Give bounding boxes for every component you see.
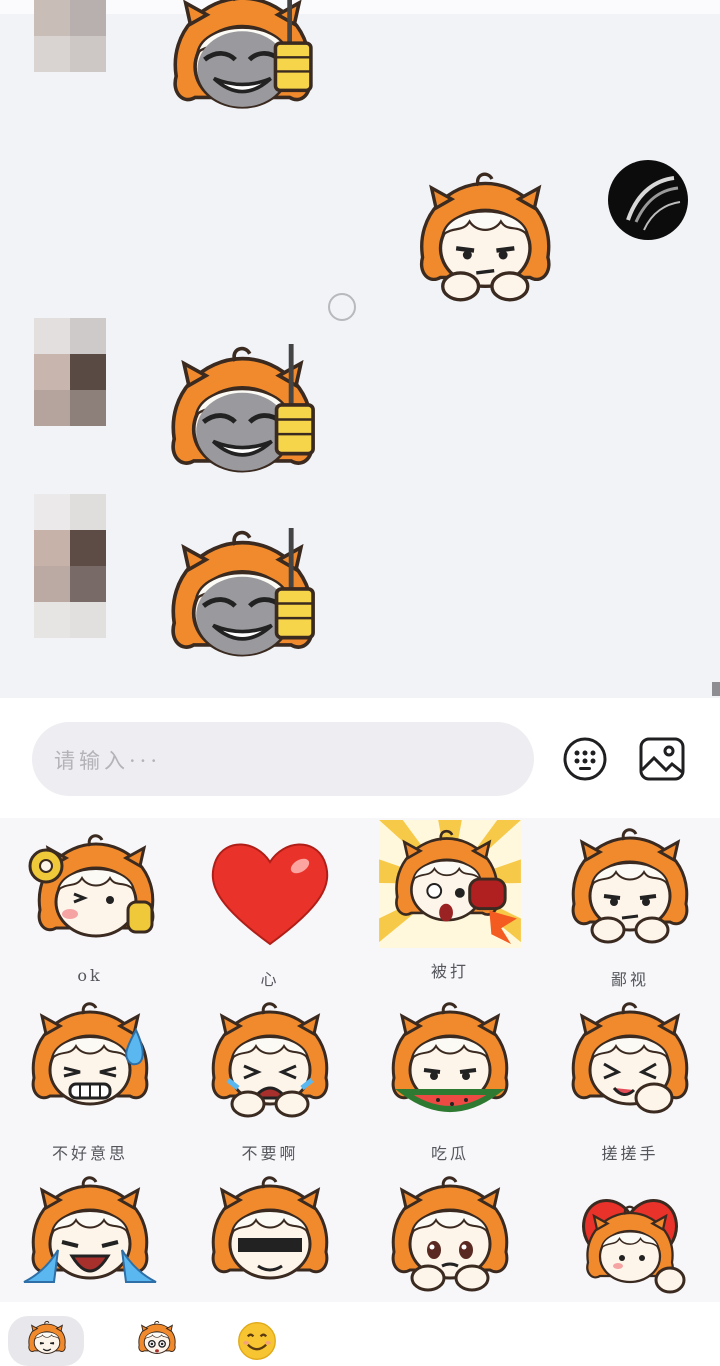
sticker-label: ok — [77, 966, 103, 985]
smiley-emoji-icon — [238, 1322, 276, 1360]
crying-sticker-icon — [23, 1176, 157, 1283]
loading-indicator — [328, 293, 356, 321]
sticker-cool[interactable] — [180, 1174, 360, 1302]
sticker-message[interactable] — [150, 0, 330, 114]
sticker-message[interactable] — [402, 170, 564, 302]
sticker-label: 吃瓜 — [430, 1144, 469, 1163]
avatar[interactable] — [34, 318, 106, 426]
sticker-love[interactable] — [540, 1174, 720, 1302]
tab-sticker-pack-1[interactable] — [8, 1316, 84, 1366]
heart-icon — [211, 843, 329, 946]
sticker-no[interactable]: 不要啊 — [180, 1000, 360, 1176]
sticker-message[interactable] — [150, 344, 330, 478]
sticker-rub-hands[interactable]: 搓搓手 — [540, 1000, 720, 1176]
melon-sticker-icon — [391, 1002, 509, 1112]
input-bar: 请输入··· — [0, 698, 720, 818]
sorry-sticker-icon — [31, 1002, 149, 1106]
sticker-label: 搓搓手 — [601, 1144, 659, 1163]
ok-sticker-icon — [28, 834, 155, 938]
sticker-heart[interactable]: 心 — [180, 826, 360, 1002]
avatar[interactable] — [34, 494, 106, 638]
keypad-icon[interactable] — [562, 736, 608, 782]
avatar[interactable] — [34, 0, 106, 72]
contempt-sticker-icon — [571, 828, 689, 944]
sticker-sorry[interactable]: 不好意思 — [0, 1000, 180, 1176]
sticker-label: 不好意思 — [51, 1144, 128, 1163]
sticker-label: 鄙视 — [610, 970, 649, 989]
teary-sticker-icon — [391, 1176, 509, 1292]
sticker-panel: ok 心 被打 鄙视 不好意思 不要啊 吃瓜 搓搓手 — [0, 818, 720, 1302]
rub-hands-sticker-icon — [571, 1002, 689, 1114]
tab-emoji[interactable] — [222, 1316, 298, 1366]
chat-area[interactable] — [0, 0, 720, 698]
sticker-beaten[interactable]: 被打 — [360, 818, 540, 994]
beaten-sticker-icon — [379, 820, 521, 948]
top-edge — [0, 0, 720, 14]
no-sticker-icon — [211, 1002, 329, 1118]
avatar[interactable] — [608, 160, 688, 240]
sticker-contempt[interactable]: 鄙视 — [540, 826, 720, 1002]
sticker-message[interactable] — [150, 528, 330, 662]
sticker-label: 被打 — [430, 962, 469, 981]
sticker-crying[interactable] — [0, 1174, 180, 1302]
sticker-label: 心 — [260, 970, 280, 989]
sticker-pack-icon — [28, 1320, 66, 1354]
sticker-tab-bar — [0, 1302, 720, 1366]
tab-sticker-pack-2[interactable] — [118, 1316, 194, 1366]
sticker-label: 不要啊 — [241, 1144, 299, 1163]
image-icon[interactable] — [638, 736, 686, 782]
cool-sticker-icon — [211, 1176, 329, 1280]
sticker-teary[interactable] — [360, 1174, 540, 1302]
sticker-pack-2-icon — [138, 1320, 176, 1354]
love-sticker-icon — [581, 1199, 686, 1294]
input-placeholder: 请输入··· — [54, 749, 162, 773]
message-input[interactable]: 请输入··· — [32, 722, 534, 796]
sticker-ok[interactable]: ok — [0, 826, 180, 1002]
scrollbar[interactable] — [712, 682, 720, 696]
sticker-melon[interactable]: 吃瓜 — [360, 1000, 540, 1176]
